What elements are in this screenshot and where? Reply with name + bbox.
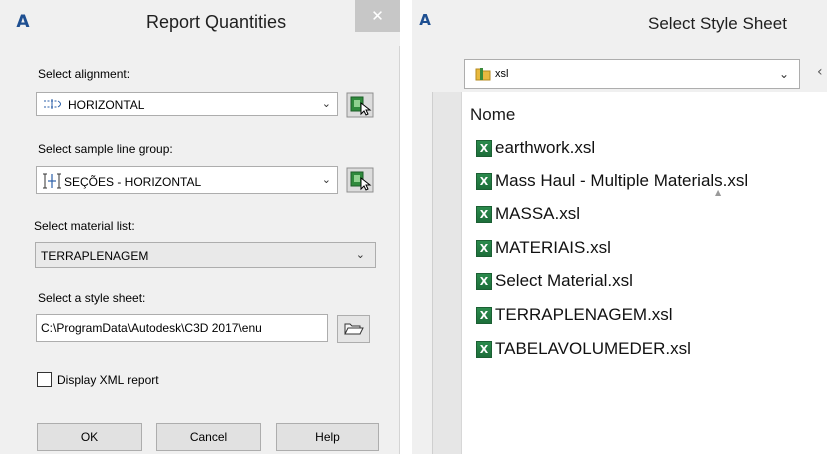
material-list-value: TERRAPLENAGEM bbox=[41, 249, 149, 263]
dialog-title: Report Quantities bbox=[146, 12, 287, 32]
alignment-label: Select alignment: bbox=[38, 67, 131, 81]
style-sheet-label: Select a style sheet: bbox=[38, 291, 146, 305]
back-arrow-icon[interactable]: ‹ bbox=[817, 64, 823, 80]
autocad-logo-icon: A bbox=[419, 11, 431, 29]
folder-name: xsl bbox=[495, 68, 509, 80]
browse-style-sheet-button[interactable] bbox=[337, 315, 370, 343]
display-xml-checkbox[interactable] bbox=[37, 372, 52, 387]
excel-xsl-file-icon: X bbox=[476, 140, 492, 157]
style-sheet-path-field[interactable]: C:\ProgramData\Autodesk\C3D 2017\enu bbox=[36, 314, 328, 342]
excel-xsl-file-icon: X bbox=[476, 173, 492, 190]
file-name: Select Material.xsl bbox=[495, 271, 633, 290]
excel-xsl-file-icon: X bbox=[476, 206, 492, 223]
name-column-header[interactable]: Nome bbox=[470, 105, 515, 125]
dialog-title: Select Style Sheet bbox=[648, 14, 787, 33]
material-list-select[interactable]: TERRAPLENAGEM ⌄ bbox=[35, 242, 376, 268]
pick-from-drawing-icon bbox=[346, 92, 374, 118]
report-quantities-dialog: A Report Quantities ✕ Select alignment: … bbox=[0, 0, 400, 454]
material-list-label: Select material list: bbox=[34, 219, 135, 233]
close-button[interactable]: ✕ bbox=[355, 0, 400, 32]
pick-sample-line-group-button[interactable] bbox=[346, 167, 374, 193]
ok-button[interactable]: OK bbox=[37, 423, 142, 451]
sample-line-value-wrap: SEÇÕES - HORIZONTAL bbox=[42, 173, 201, 189]
navigation-pane[interactable] bbox=[432, 92, 462, 454]
sample-line-group-value: SEÇÕES - HORIZONTAL bbox=[64, 175, 202, 189]
sample-line-group-select[interactable]: SEÇÕES - HORIZONTAL ⌄ bbox=[36, 166, 338, 194]
file-name: MASSA.xsl bbox=[495, 204, 581, 223]
folder-icon bbox=[475, 68, 491, 81]
excel-xsl-file-icon: X bbox=[476, 240, 492, 257]
excel-xsl-file-icon: X bbox=[476, 307, 492, 324]
chevron-down-icon: ⌄ bbox=[355, 248, 365, 261]
alignment-icon bbox=[44, 99, 61, 109]
file-name: MATERIAIS.xsl bbox=[495, 238, 611, 257]
select-style-sheet-dialog: A Select Style Sheet xsl ⌄ ‹ ▲ Nome X ea… bbox=[412, 0, 827, 454]
cancel-button[interactable]: Cancel bbox=[156, 423, 261, 451]
alignment-value: HORIZONTAL bbox=[68, 98, 145, 112]
chevron-down-icon: ⌄ bbox=[321, 173, 331, 186]
help-button[interactable]: Help bbox=[276, 423, 379, 451]
folder-path-select[interactable]: xsl ⌄ bbox=[464, 59, 800, 89]
file-name: TERRAPLENAGEM.xsl bbox=[495, 305, 673, 324]
alignment-value-wrap: HORIZONTAL bbox=[42, 98, 144, 112]
chevron-down-icon: ⌄ bbox=[321, 97, 331, 110]
title-bar: A Report Quantities ✕ bbox=[0, 0, 400, 46]
alignment-select[interactable]: HORIZONTAL ⌄ bbox=[36, 92, 338, 116]
sample-line-icon bbox=[43, 173, 61, 189]
pick-from-drawing-icon bbox=[346, 167, 374, 193]
open-folder-icon bbox=[344, 323, 364, 335]
file-name: Mass Haul - Multiple Materials.xsl bbox=[495, 171, 749, 190]
chevron-down-icon: ⌄ bbox=[778, 67, 789, 81]
file-name: TABELAVOLUMEDER.xsl bbox=[495, 339, 691, 358]
autocad-logo-icon: A bbox=[16, 12, 30, 32]
excel-xsl-file-icon: X bbox=[476, 341, 492, 358]
excel-xsl-file-icon: X bbox=[476, 273, 492, 290]
pick-alignment-button[interactable] bbox=[346, 92, 374, 118]
display-xml-label: Display XML report bbox=[57, 373, 159, 387]
file-name: earthwork.xsl bbox=[495, 138, 596, 157]
sample-line-group-label: Select sample line group: bbox=[38, 142, 173, 156]
